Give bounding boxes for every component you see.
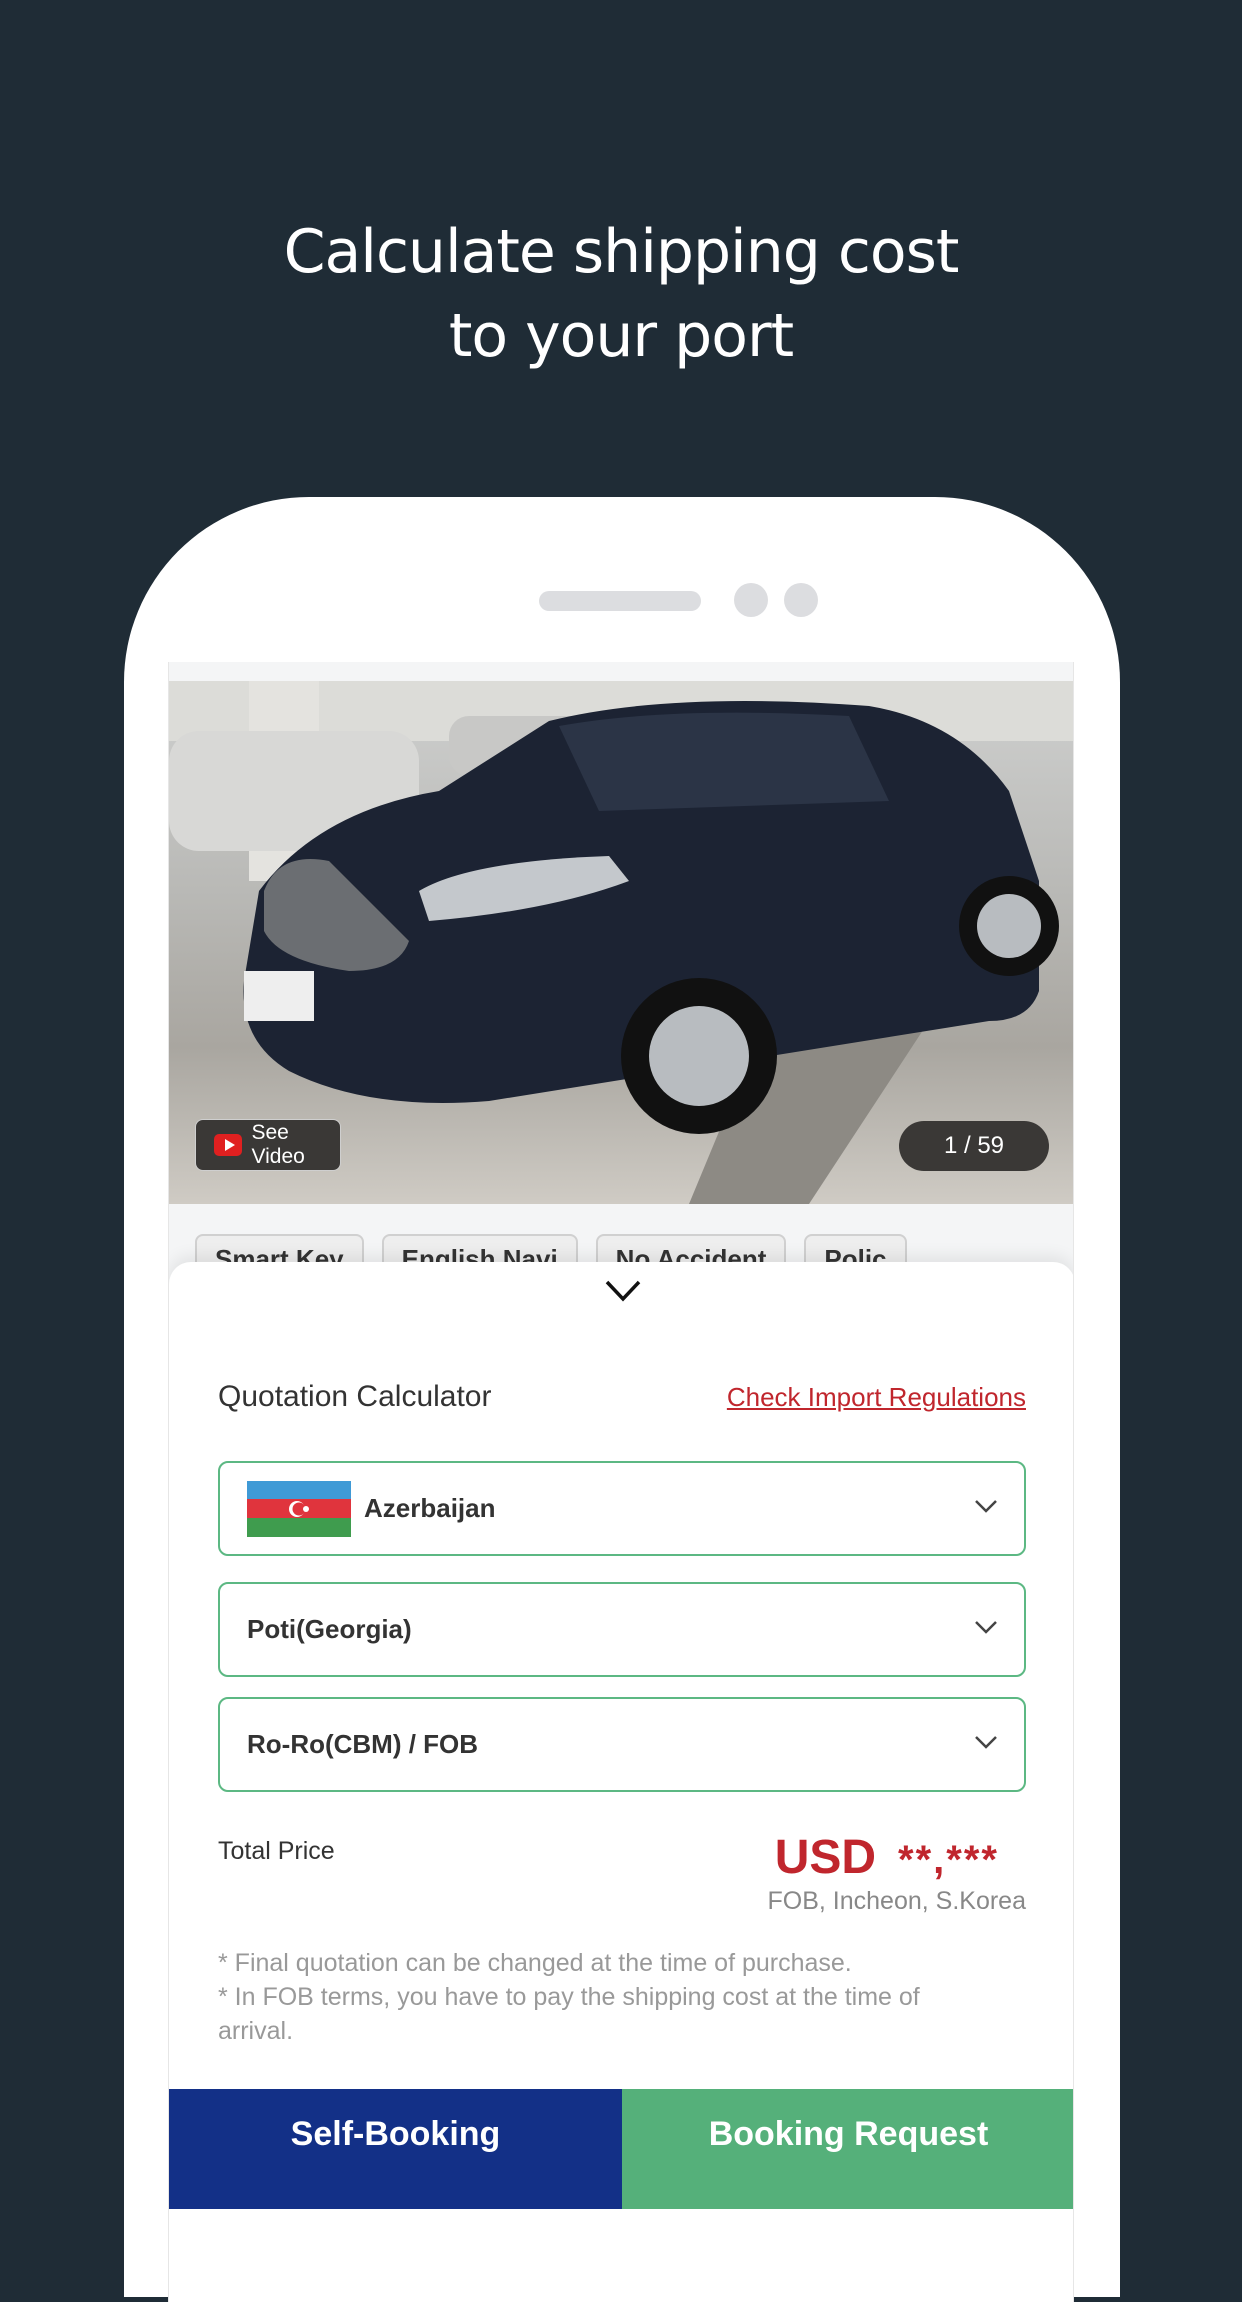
chevron-down-icon [975,1500,997,1513]
country-select[interactable]: Azerbaijan [218,1461,1026,1556]
headline: Calculate shipping cost to your port [0,210,1242,378]
phone-camera [734,583,768,617]
youtube-play-icon [214,1134,242,1156]
quotation-notes: * Final quotation can be changed at the … [218,1946,978,2048]
shipping-method-value: Ro-Ro(CBM) / FOB [247,1729,479,1759]
headline-line-1: Calculate shipping cost [283,217,960,287]
calculator-title: Quotation Calculator [218,1380,492,1413]
headline-line-2: to your port [448,301,794,371]
shipping-method-select[interactable]: Ro-Ro(CBM) / FOB [218,1697,1026,1792]
total-price-label: Total Price [218,1837,335,1865]
phone-speaker [539,591,701,611]
price-terms: FOB, Incheon, S.Korea [767,1887,1026,1915]
note: * Final quotation can be changed at the … [218,1949,852,1977]
note: * In FOB terms, you have to pay the ship… [218,1983,920,2045]
price-amount: **,*** [898,1838,999,1882]
self-booking-button[interactable]: Self-Booking [169,2089,622,2209]
total-price: USD **,*** [775,1830,999,1885]
chevron-down-icon[interactable] [605,1280,641,1302]
phone-sensor [784,583,818,617]
phone-frame: See Video 1 / 59 Smart Key English Navi … [124,497,1120,2302]
see-video-label: See Video [251,1121,305,1168]
country-value: Azerbaijan [364,1493,496,1523]
booking-request-button[interactable]: Booking Request [622,2089,1073,2209]
app-screen: See Video 1 / 59 Smart Key English Navi … [168,662,1074,2302]
see-video-button[interactable]: See Video [195,1119,341,1171]
booking-buttons: Self-Booking Booking Request [169,2089,1073,2209]
car-photo[interactable]: See Video 1 / 59 [169,681,1073,1204]
chevron-down-icon [975,1736,997,1749]
port-value: Poti(Georgia) [247,1614,412,1644]
chevron-down-icon [975,1621,997,1634]
port-select[interactable]: Poti(Georgia) [218,1582,1026,1677]
quotation-sheet: Quotation Calculator Check Import Regula… [169,1262,1073,2302]
price-currency: USD [774,1831,877,1884]
check-import-regulations-link[interactable]: Check Import Regulations [727,1382,1026,1413]
photo-counter: 1 / 59 [899,1121,1049,1171]
azerbaijan-flag-icon [247,1480,351,1537]
